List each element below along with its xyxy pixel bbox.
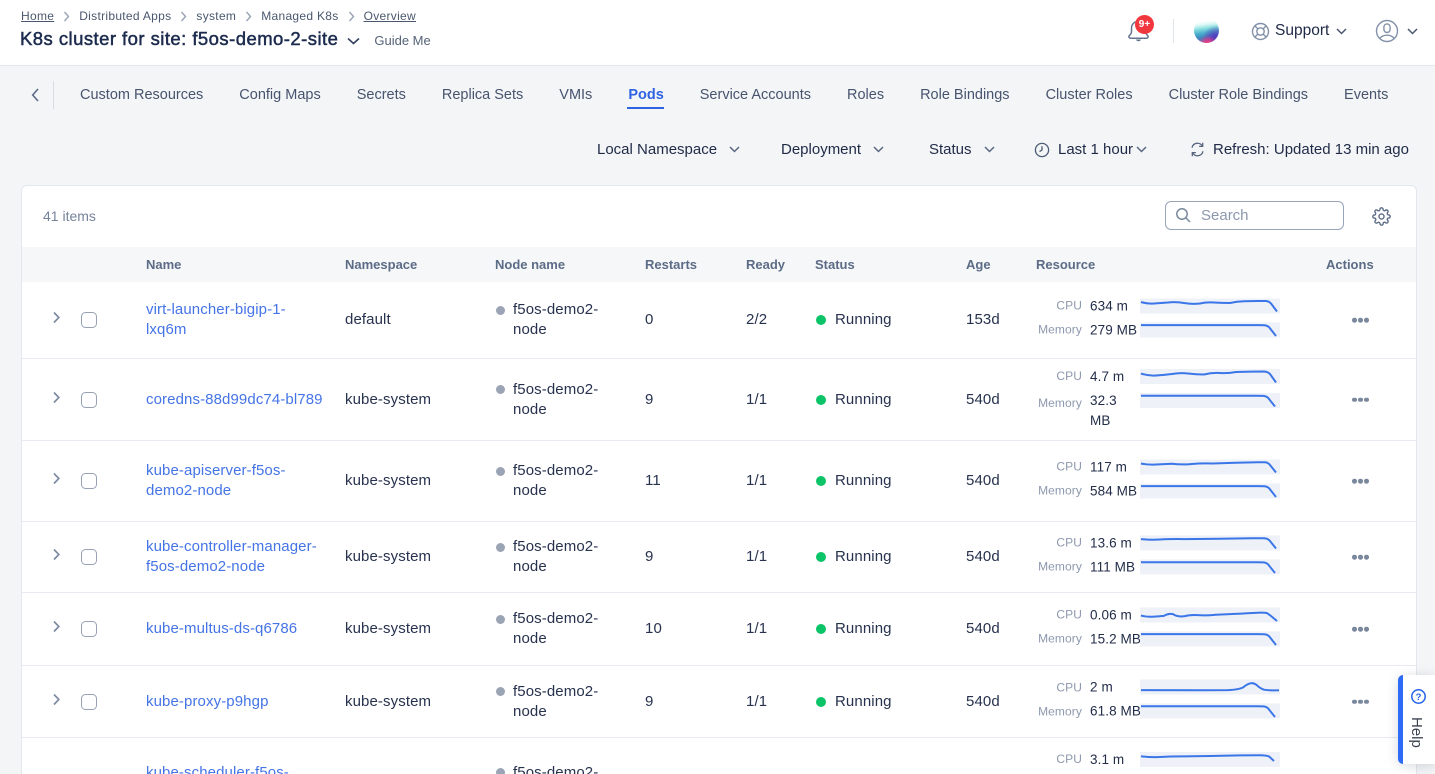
svg-text:?: ? bbox=[1416, 692, 1422, 703]
